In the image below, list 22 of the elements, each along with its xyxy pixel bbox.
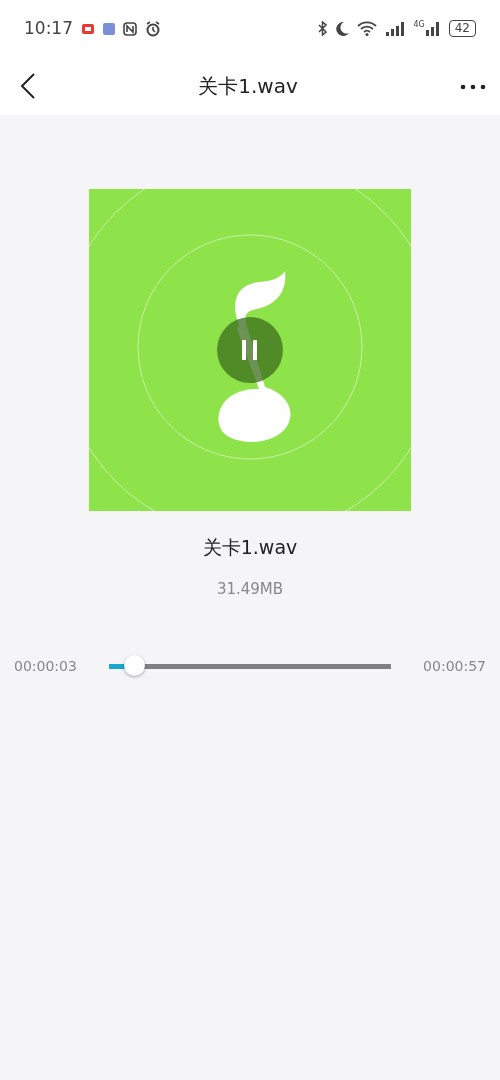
- back-icon: [20, 73, 36, 99]
- battery-level: 42: [448, 20, 476, 37]
- file-name: 关卡1.wav: [202, 535, 298, 560]
- bluetooth-icon: [318, 21, 328, 36]
- slider-thumb[interactable]: [124, 654, 146, 676]
- nfc-icon: [123, 21, 137, 36]
- notification-icon: [81, 22, 95, 35]
- pause-icon: [240, 338, 260, 362]
- back-button[interactable]: [20, 73, 36, 99]
- total-duration: 00:00:57: [423, 656, 486, 676]
- app-icon: [103, 22, 115, 35]
- signal-icon: [385, 21, 406, 36]
- more-icon: [460, 83, 486, 90]
- network-type: 4G: [413, 21, 425, 29]
- clock-time: 10:17: [24, 16, 73, 40]
- wifi-icon: [357, 21, 378, 36]
- file-size: 31.49MB: [216, 578, 284, 600]
- alarm-icon: [145, 20, 161, 37]
- elapsed-time: 00:00:03: [14, 656, 77, 676]
- page-title: 关卡1.wav: [198, 73, 298, 100]
- signal-icon: [424, 21, 441, 36]
- moon-icon: [335, 21, 350, 36]
